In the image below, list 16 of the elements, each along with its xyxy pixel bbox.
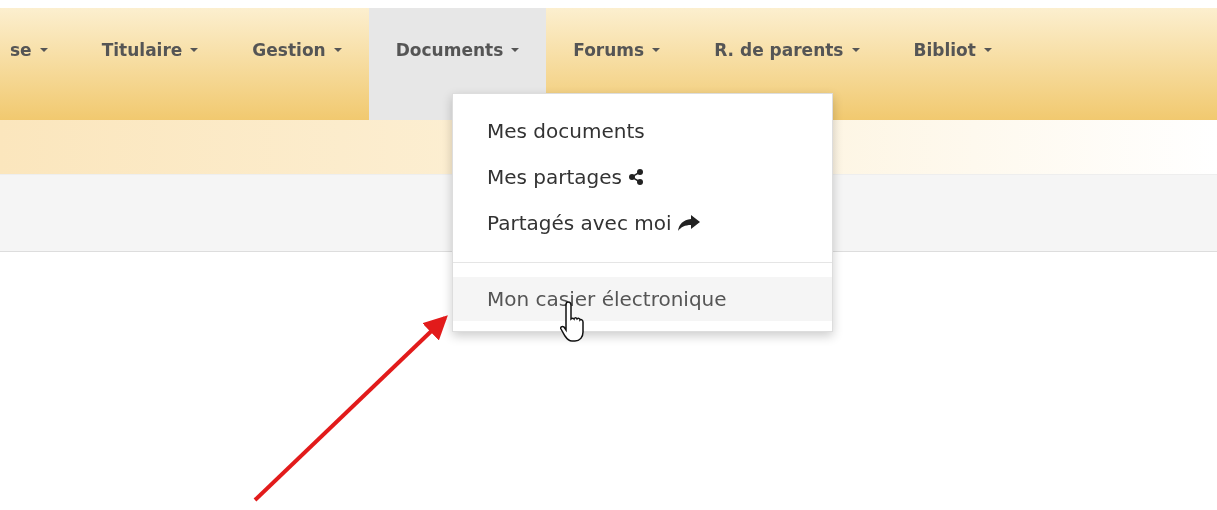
dropdown-item[interactable]: Mon casier électronique (453, 277, 832, 321)
nav-menu-item[interactable]: Gestion (225, 8, 369, 120)
caret-icon (851, 48, 860, 52)
caret-icon (511, 48, 520, 52)
nav-menu-item[interactable]: Titulaire (74, 8, 226, 120)
caret-icon (983, 48, 992, 52)
nav-menu-item[interactable]: se (0, 8, 75, 120)
dropdown-item[interactable]: Partagés avec moi (453, 200, 832, 246)
caret-icon (39, 48, 48, 52)
caret-icon (333, 48, 342, 52)
forward-arrow-icon (677, 215, 700, 231)
caret-icon (652, 48, 661, 52)
nav-menu-item[interactable]: Bibliot (886, 8, 1019, 120)
dropdown-item[interactable]: Mes partages (453, 154, 832, 200)
caret-icon (190, 48, 199, 52)
share-icon (628, 169, 645, 185)
